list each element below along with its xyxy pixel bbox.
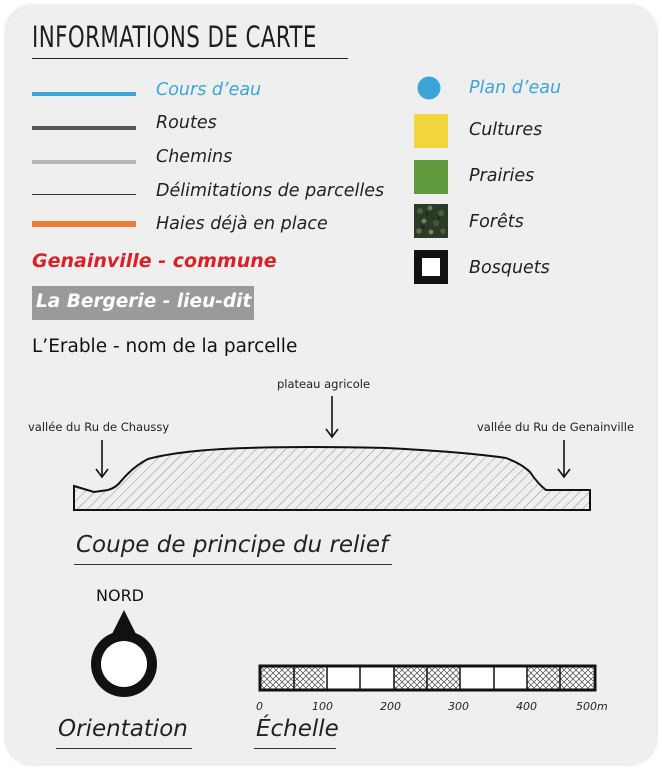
relief-title-underline — [74, 564, 392, 565]
arrow-left-valley — [95, 440, 109, 479]
relief-cross-section — [73, 396, 591, 511]
map-info-panel: INFORMATIONS DE CARTE Cours d’eau Routes… — [6, 6, 656, 764]
orientation-title-underline — [56, 748, 192, 749]
north-label: NORD — [96, 586, 144, 605]
arrow-plateau — [325, 396, 339, 439]
scale-title-underline — [254, 748, 336, 749]
scale-bar — [258, 664, 597, 692]
orientation-title: Orientation — [58, 716, 188, 742]
relief-title: Coupe de principe du relief — [76, 532, 389, 558]
scale-tick-0: 0 — [256, 700, 263, 713]
scale-title: Échelle — [256, 716, 339, 742]
relief-profile — [73, 446, 591, 511]
scale-tick-300: 300 — [448, 700, 469, 713]
scale-tick-200: 200 — [380, 700, 401, 713]
scale-tick-400: 400 — [516, 700, 537, 713]
north-arrow-icon — [91, 610, 157, 697]
arrow-right-valley — [557, 440, 571, 479]
scale-tick-500m: 500m — [576, 700, 608, 713]
scale-tick-100: 100 — [312, 700, 333, 713]
